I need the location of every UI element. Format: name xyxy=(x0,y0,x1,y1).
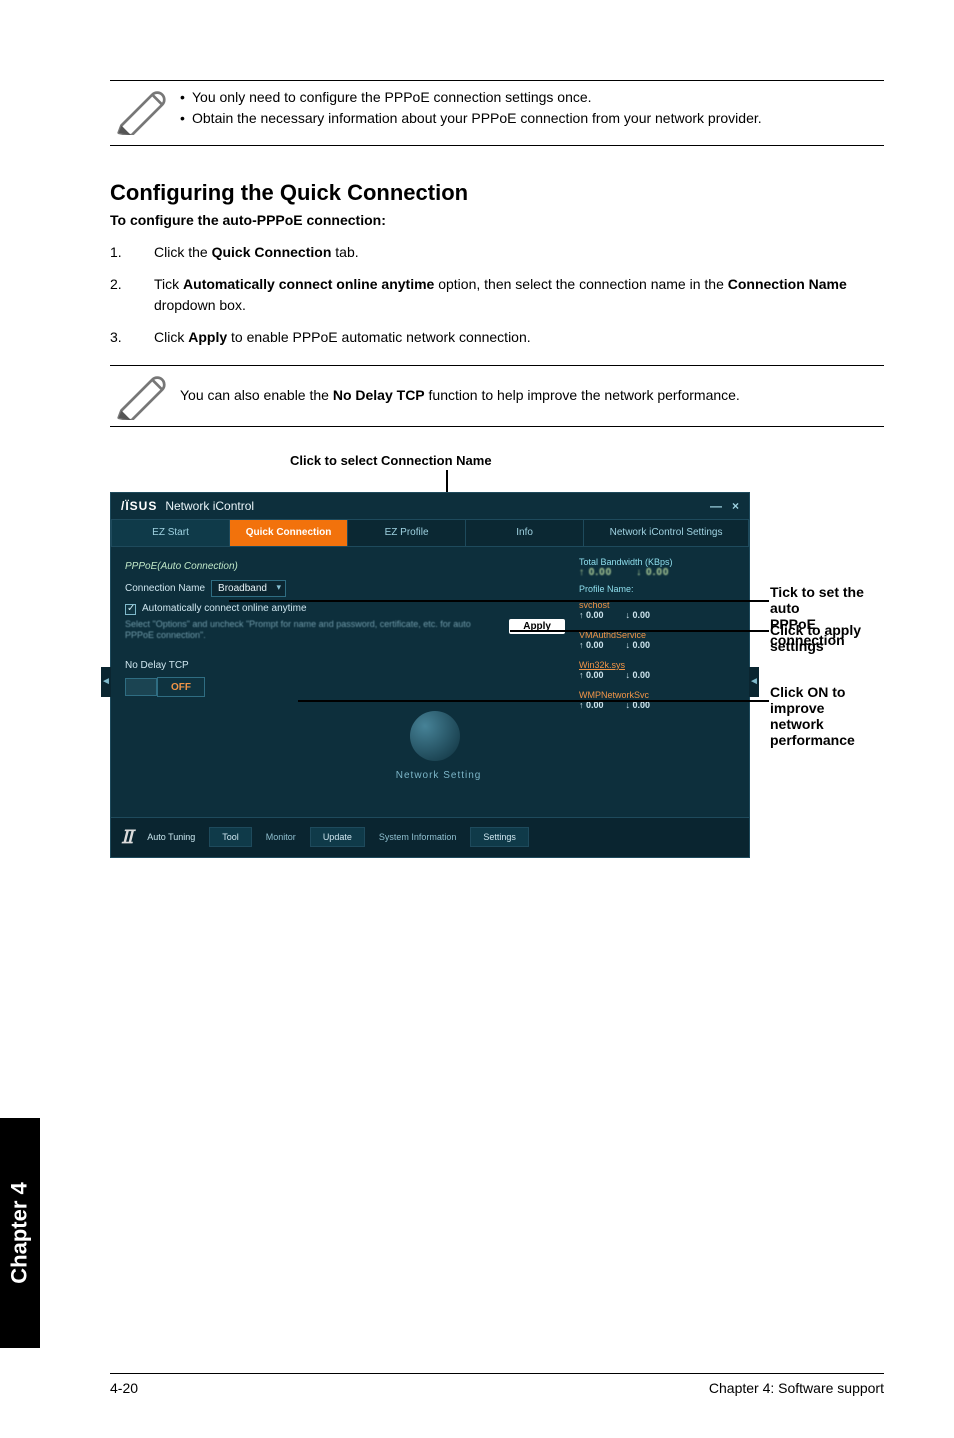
toolbar-monitor[interactable]: Monitor xyxy=(266,832,296,842)
app-window: /ÏSUS Network iControl — × EZ Start Quick… xyxy=(110,492,750,858)
network-globe-icon xyxy=(410,711,460,761)
connection-name-label: Connection Name xyxy=(125,583,205,594)
tab-ez-start[interactable]: EZ Start xyxy=(111,519,230,547)
step-2: 2. Tick Automatically connect online any… xyxy=(110,274,884,317)
auto-connect-label: Automatically connect online anytime xyxy=(142,603,307,614)
annotation-line-2 xyxy=(510,630,769,632)
note1-bullet1: You only need to configure the PPPoE con… xyxy=(192,87,592,108)
profile-name-label: Profile Name: xyxy=(579,584,735,594)
bottom-toolbar: Ⅱ Auto Tuning Tool Monitor Update System… xyxy=(111,817,749,857)
toolbar-settings[interactable]: Settings xyxy=(470,827,529,847)
tab-settings[interactable]: Network iControl Settings xyxy=(584,519,749,547)
hint-text: Select "Options" and uncheck "Prompt for… xyxy=(125,619,509,641)
arrow-down-icon xyxy=(446,470,448,494)
section-heading: Configuring the Quick Connection xyxy=(110,180,884,206)
note-block-mid: You can also enable the No Delay TCP fun… xyxy=(110,365,884,427)
window-titlebar: /ÏSUS Network iControl — × xyxy=(111,493,749,519)
brand-logo: /ÏSUS xyxy=(121,499,157,513)
step-1: 1. Click the Quick Connection tab. xyxy=(110,242,884,264)
step-2-num: 2. xyxy=(110,274,154,317)
ai-suite-logo: Ⅱ xyxy=(121,827,133,848)
tab-ez-profile[interactable]: EZ Profile xyxy=(348,519,466,547)
minimize-icon[interactable]: — xyxy=(710,499,722,513)
no-delay-tcp-label: No Delay TCP xyxy=(125,660,565,671)
page-number: 4-20 xyxy=(110,1380,138,1396)
pppoe-heading: PPPoE(Auto Connection) xyxy=(125,561,565,572)
toggle-track[interactable] xyxy=(125,678,157,696)
nav-left-icon[interactable]: ◄ xyxy=(101,667,111,697)
annotation-apply: Click to apply settings xyxy=(770,622,884,654)
nav-right-icon[interactable]: ◄ xyxy=(749,667,759,697)
auto-tuning-label: Auto Tuning xyxy=(147,832,195,842)
section-subheading: To configure the auto-PPPoE connection: xyxy=(110,212,884,228)
toolbar-sysinfo[interactable]: System Information xyxy=(379,833,457,842)
tab-info[interactable]: Info xyxy=(466,519,584,547)
step-3: 3. Click Apply to enable PPPoE automatic… xyxy=(110,327,884,349)
network-setting-label: Network Setting xyxy=(396,770,482,781)
figure-caption-top: Click to select Connection Name xyxy=(290,453,884,468)
tabs: EZ Start Quick Connection EZ Profile Inf… xyxy=(111,519,749,547)
tab-quick-connection[interactable]: Quick Connection xyxy=(230,519,348,547)
chapter-tab: Chapter 4 xyxy=(0,1118,40,1348)
annotation-click-on: Click ON to improve network performance xyxy=(770,684,884,748)
note1-bullet2: Obtain the necessary information about y… xyxy=(192,108,762,129)
pencil-icon xyxy=(110,372,180,420)
no-delay-toggle-off[interactable]: OFF xyxy=(157,677,205,697)
annotation-line-1 xyxy=(229,600,769,602)
footer-chapter-title: Chapter 4: Software support xyxy=(709,1380,884,1396)
page-footer: 4-20 Chapter 4: Software support xyxy=(110,1373,884,1396)
toolbar-tool[interactable]: Tool xyxy=(209,827,252,847)
step-3-num: 3. xyxy=(110,327,154,349)
total-bandwidth-label: Total Bandwidth (KBps) xyxy=(579,557,735,567)
toolbar-update[interactable]: Update xyxy=(310,827,365,847)
close-icon[interactable]: × xyxy=(732,499,739,513)
connection-name-select[interactable]: Broadband xyxy=(211,580,286,597)
annotation-line-3 xyxy=(298,700,769,702)
pencil-icon xyxy=(110,87,180,135)
process-list: svchost↑ 0.00↓ 0.00 VMAuthdService↑ 0.00… xyxy=(579,600,743,710)
step-1-num: 1. xyxy=(110,242,154,264)
window-title: Network iControl xyxy=(165,499,254,513)
note-block-top: •You only need to configure the PPPoE co… xyxy=(110,80,884,146)
auto-connect-checkbox[interactable]: ✓ xyxy=(125,604,136,615)
